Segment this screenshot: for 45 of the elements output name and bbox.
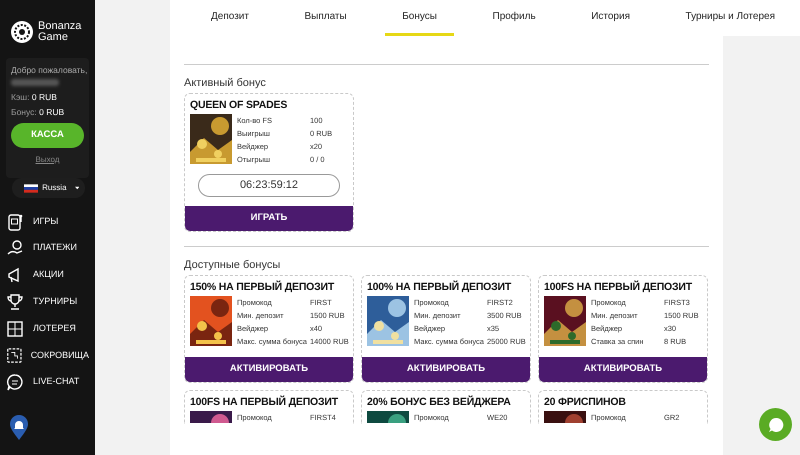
notification-bell-icon[interactable]	[10, 415, 28, 441]
card-title: QUEEN OF SPADES	[189, 98, 288, 113]
language-selector[interactable]: Russia	[12, 178, 85, 198]
menu-item[interactable]: ИГРЫ	[0, 208, 95, 235]
countdown-timer: 06:23:59:12	[198, 174, 340, 197]
tab[interactable]: Профиль	[476, 0, 553, 36]
card-button[interactable]: АКТИВИРОВАТЬ	[539, 357, 707, 382]
flag-icon	[24, 182, 38, 194]
tab[interactable]: История	[574, 0, 647, 36]
blurred-username	[11, 79, 59, 86]
chat-bubble-icon	[768, 416, 784, 432]
ticket-icon	[6, 319, 25, 338]
card-title: 100FS НА ПЕРВЫЙ ДЕПОЗИТ	[543, 280, 693, 295]
menu-item[interactable]: LIVE-CHAT	[0, 368, 95, 396]
card-title: 150% НА ПЕРВЫЙ ДЕПОЗИТ	[189, 280, 336, 295]
tab[interactable]: Турниры и Лотерея	[668, 0, 792, 36]
bonus-label: Бонус:	[11, 107, 37, 117]
chat-button[interactable]	[759, 408, 792, 441]
card-button[interactable]: ИГРАТЬ	[185, 206, 353, 231]
logo-text: Bonanza Game	[38, 21, 82, 43]
card-title: 20% БОНУС БЕЗ ВЕЙДЖЕРА	[366, 394, 512, 410]
card-title: 20 ФРИСПИНОВ	[543, 395, 627, 410]
cash-label: Кэш:	[11, 92, 30, 102]
card-title: 100FS НА ПЕРВЫЙ ДЕПОЗИТ	[189, 394, 339, 410]
card-button[interactable]: АКТИВИРОВАТЬ	[362, 357, 530, 382]
menu-item[interactable]: СОКРОВИЩА	[0, 342, 95, 369]
card-button[interactable]: АКТИВИРОВАТЬ	[185, 357, 353, 382]
map-icon	[6, 346, 23, 365]
menu-item[interactable]: ПЛАТЕЖИ	[0, 234, 95, 262]
section-heading: Доступные бонусы	[184, 258, 282, 272]
tab[interactable]: Выплаты	[287, 0, 364, 36]
trophy-icon	[6, 292, 25, 312]
logout-link[interactable]: Выход	[11, 154, 84, 166]
card-title: 100% НА ПЕРВЫЙ ДЕПОЗИТ	[366, 280, 512, 295]
cash-value: 0 RUB	[32, 92, 57, 102]
tab[interactable]: Депозит	[194, 0, 266, 36]
logo-wheel-icon	[10, 20, 34, 44]
bonus-value: 0 RUB	[39, 107, 64, 117]
chat-icon	[6, 372, 25, 392]
menu-item[interactable]: ТУРНИРЫ	[0, 288, 95, 316]
slot-machine-icon	[6, 212, 25, 231]
menu-item[interactable]: АКЦИИ	[0, 262, 95, 288]
section-heading: Активный бонус	[184, 76, 267, 90]
menu-item[interactable]: ЛОТЕРЕЯ	[0, 315, 95, 342]
caret-icon	[74, 186, 79, 190]
